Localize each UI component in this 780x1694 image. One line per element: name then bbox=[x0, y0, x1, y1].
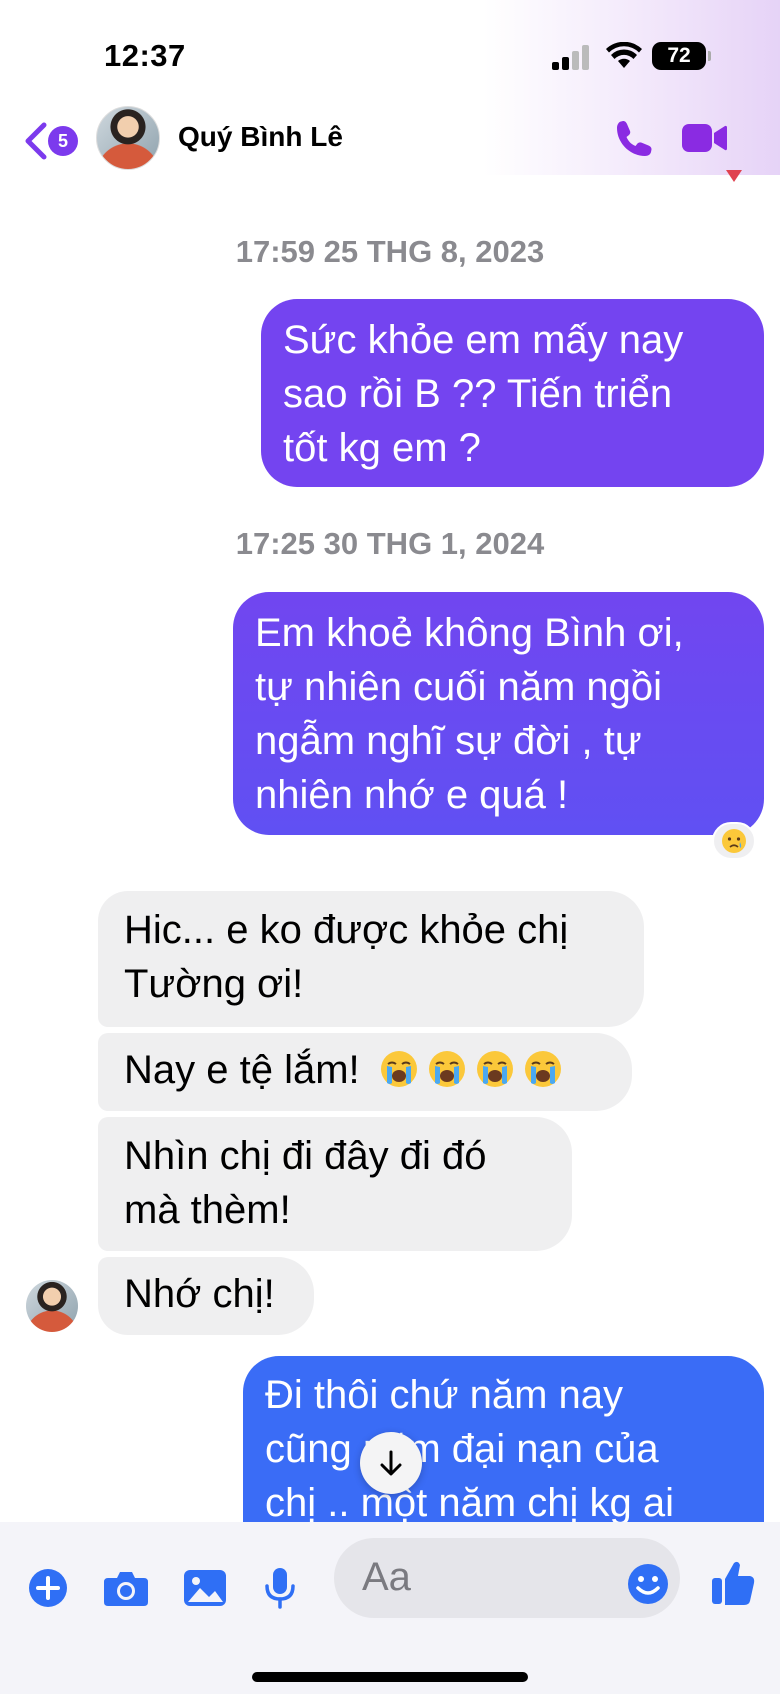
plus-icon[interactable] bbox=[26, 1566, 70, 1610]
image-icon[interactable] bbox=[182, 1566, 228, 1610]
outgoing-message[interactable]: Sức khỏe em mấy nay sao rồi B ?? Tiến tr… bbox=[261, 299, 764, 487]
message-line: nhiên nhớ e quá ! bbox=[255, 773, 569, 817]
heart-reaction-icon bbox=[726, 170, 742, 182]
wifi-icon bbox=[606, 42, 642, 68]
message-line: ngẫm nghĩ sự đời , tự bbox=[255, 719, 642, 763]
message-input-placeholder: Aa bbox=[362, 1555, 411, 1599]
incoming-message[interactable]: Nhìn chị đi đây đi đó mà thèm! bbox=[98, 1117, 572, 1251]
crying-emoji-icon bbox=[476, 1051, 513, 1087]
message-line: tự nhiên cuối năm ngồi bbox=[255, 665, 663, 709]
message-line: Hic... e ko được khỏe chị bbox=[124, 908, 569, 952]
cellular-signal-icon bbox=[552, 44, 592, 70]
scroll-to-bottom-button[interactable] bbox=[360, 1432, 422, 1494]
phone-icon[interactable] bbox=[614, 118, 654, 158]
message-line: Nhìn chị đi đây đi đó bbox=[124, 1134, 487, 1178]
video-camera-icon[interactable] bbox=[680, 120, 728, 156]
message-line: Đi thôi chứ năm nay bbox=[265, 1373, 624, 1417]
message-line: Em khoẻ không Bình ơi, bbox=[255, 611, 684, 655]
arrow-down-icon bbox=[380, 1450, 402, 1476]
timestamp: 17:25 30 THG 1, 2024 bbox=[235, 526, 545, 561]
timestamp: 17:59 25 THG 8, 2023 bbox=[235, 234, 545, 269]
status-time: 12:37 bbox=[104, 38, 186, 73]
unread-count-badge: 5 bbox=[48, 126, 78, 156]
message-line: Tường ơi! bbox=[124, 962, 304, 1006]
home-indicator bbox=[252, 1672, 528, 1682]
incoming-message[interactable]: Nhớ chị! bbox=[98, 1257, 314, 1335]
message-text: Nay e tệ lắm! bbox=[124, 1048, 360, 1092]
sender-avatar[interactable] bbox=[26, 1280, 78, 1332]
message-line: mà thèm! bbox=[124, 1188, 291, 1232]
message-line: sao rồi B ?? Tiến triển bbox=[283, 372, 673, 416]
crying-emoji-icon bbox=[380, 1051, 417, 1087]
message-line: tốt kg em ? bbox=[283, 426, 481, 470]
message-text: Nhớ chị! bbox=[124, 1272, 275, 1316]
crying-emoji-icon bbox=[722, 829, 746, 853]
contact-name[interactable]: Quý Bình Lê bbox=[178, 121, 343, 153]
crying-emoji-icon bbox=[428, 1051, 465, 1087]
message-line: cũng năm đại nạn của bbox=[265, 1427, 659, 1471]
contact-avatar[interactable] bbox=[96, 106, 160, 170]
message-line: Sức khỏe em mấy nay bbox=[283, 318, 684, 362]
smiley-icon[interactable] bbox=[626, 1562, 670, 1606]
incoming-message[interactable]: Nay e tệ lắm! bbox=[98, 1033, 632, 1111]
microphone-icon[interactable] bbox=[264, 1566, 296, 1610]
thumbs-up-icon[interactable] bbox=[710, 1558, 756, 1608]
incoming-message[interactable]: Hic... e ko được khỏe chị Tường ơi! bbox=[98, 891, 644, 1027]
status-bar: 12:37 72 bbox=[0, 0, 780, 100]
camera-icon[interactable] bbox=[102, 1566, 150, 1610]
battery-indicator: 72 bbox=[652, 42, 711, 70]
outgoing-message[interactable]: Em khoẻ không Bình ơi, tự nhiên cuối năm… bbox=[233, 592, 764, 835]
message-reaction[interactable] bbox=[712, 822, 756, 860]
crying-emoji-icon bbox=[524, 1051, 561, 1087]
back-button[interactable]: 5 bbox=[20, 118, 82, 164]
